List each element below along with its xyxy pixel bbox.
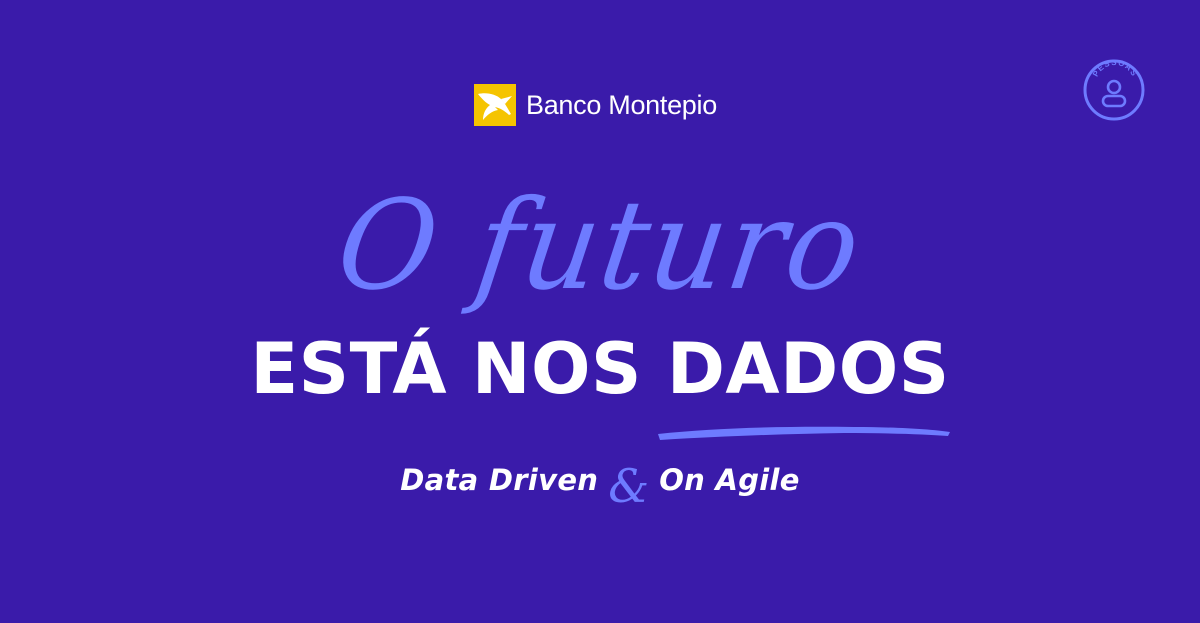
subtitle: Data Driven & On Agile [0, 462, 1200, 509]
script-headline: O futuro [329, 172, 871, 318]
headline-line1: ESTÁ NOS [250, 328, 642, 410]
ampersand: & [608, 459, 650, 513]
badge-label: PESSOAS [1091, 58, 1139, 78]
headline-line2: DADOS [666, 328, 950, 410]
person-icon [1101, 79, 1127, 108]
brush-underline [658, 426, 950, 440]
brand-logo: Banco Montepio [474, 84, 717, 126]
pelican-logo-icon [474, 84, 516, 126]
brand-name: Banco Montepio [526, 89, 717, 120]
main-headline: ESTÁ NOS DADOS [0, 334, 1200, 404]
people-badge-icon: PESSOAS [1083, 58, 1145, 121]
subtitle-left: Data Driven [400, 462, 599, 497]
banner: Banco Montepio PESSOAS O futuro ESTÁ NOS… [0, 0, 1200, 623]
subtitle-right: On Agile [659, 462, 800, 497]
